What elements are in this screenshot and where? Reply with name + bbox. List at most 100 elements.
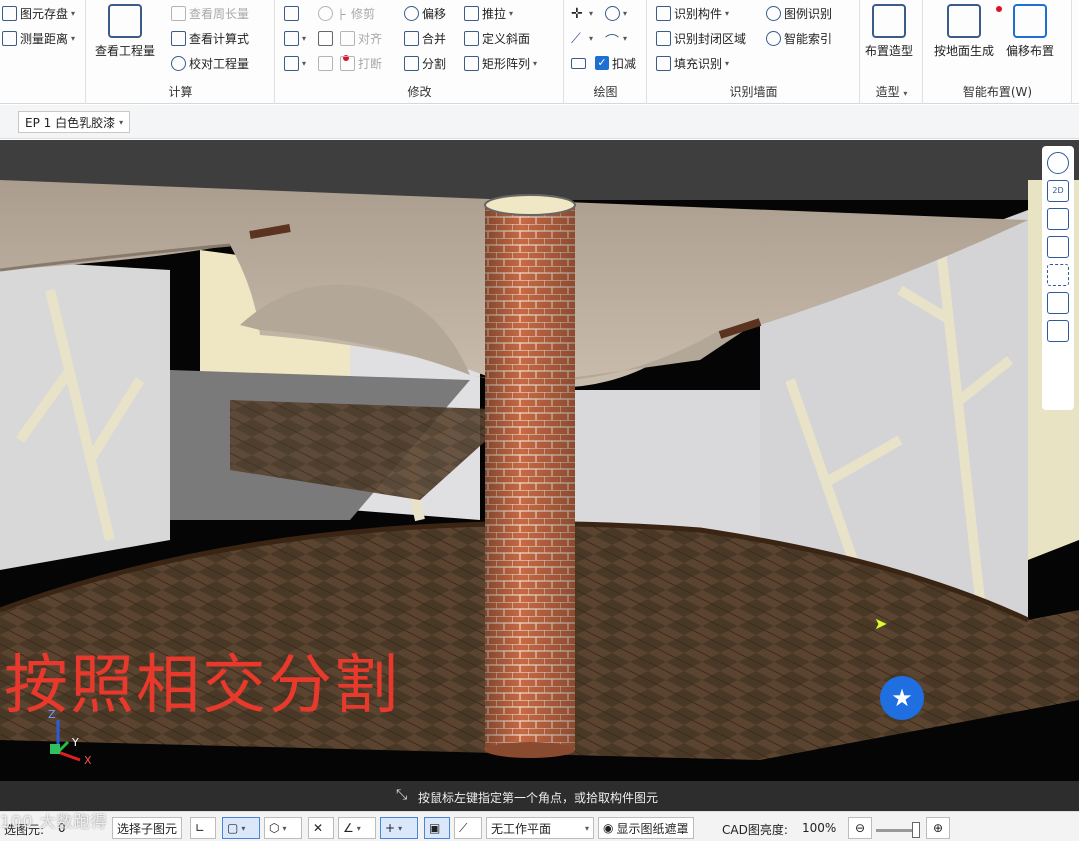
- generate-by-face-button[interactable]: 按地面生成: [934, 4, 1002, 59]
- legend-recognize-button[interactable]: 图例识别: [766, 3, 832, 23]
- offset-arrows-icon: [1013, 4, 1047, 38]
- arc-icon: ⌒: [605, 33, 619, 50]
- mirror-button[interactable]: [318, 28, 333, 48]
- view-2d-button[interactable]: 2D: [1047, 180, 1069, 202]
- cube-icon: ⬡: [269, 821, 280, 835]
- show-drawing-mask-button[interactable]: ◉ 显示图纸遮罩: [598, 817, 694, 839]
- split-button[interactable]: 分割: [404, 53, 446, 73]
- deduct-checkbox[interactable]: ✓ 扣减: [595, 53, 636, 73]
- brightness-slider[interactable]: [876, 822, 920, 838]
- viewport-toggle[interactable]: ▣: [424, 817, 450, 839]
- work-plane-select[interactable]: 无工作平面 ▾: [486, 817, 594, 839]
- group-label-recognize: 识别墙面: [729, 85, 778, 99]
- chevron-down-icon: ▾: [903, 89, 908, 98]
- ribbon-group-recognize: 识别构件 ▾ 图例识别 识别封闭区域 智能索引 填充识别 ▾ 识别墙面: [648, 0, 860, 104]
- recognize-closed-button[interactable]: 识别封闭区域: [656, 28, 746, 48]
- square-icon: ▢: [227, 821, 239, 835]
- chevron-down-icon: ▾: [71, 8, 76, 18]
- extend-button[interactable]: [318, 53, 333, 73]
- slope-toggle[interactable]: ⟋: [454, 817, 482, 839]
- cross-icon: ✕: [313, 821, 324, 835]
- view-cube-dropdown-icon[interactable]: [1047, 236, 1069, 258]
- arc-tool-button[interactable]: ⌒ ▾: [605, 28, 627, 50]
- recognize-icon: [656, 5, 671, 21]
- chevron-down-icon: ▾: [623, 8, 628, 18]
- chevron-down-icon: ▾: [509, 8, 514, 18]
- overlay-caption: 按照相交分割: [4, 649, 400, 723]
- fill-recognize-button[interactable]: 填充识别 ▾: [656, 53, 729, 73]
- offset-button[interactable]: 偏移: [404, 3, 446, 23]
- rectangle-icon: [571, 57, 586, 69]
- fill-icon: [656, 55, 671, 71]
- trash-icon: [284, 5, 299, 21]
- properties-panel-icon[interactable]: [1047, 320, 1069, 342]
- property-bar: EP 1 白色乳胶漆 ▾: [0, 105, 1079, 139]
- select-child-button[interactable]: 选择子图元: [112, 817, 183, 839]
- rect-tool-button[interactable]: [571, 53, 586, 73]
- zoom-out-button[interactable]: ⊖: [848, 817, 872, 839]
- recognize-component-button[interactable]: 识别构件 ▾: [656, 3, 729, 23]
- 3d-viewport[interactable]: Z Y X 按照相交分割 2D ➤ ★: [0, 140, 1079, 781]
- group-label-calc: 计算: [168, 85, 193, 99]
- command-hint-text: 按鼠标左键指定第一个角点，或拾取构件图元: [418, 791, 659, 805]
- ribbon-group-calc: 查看工程量 查看周长量 查看计算式 校对工程量 计算: [87, 0, 349, 104]
- line-tool-button[interactable]: ⟋ ▾: [571, 28, 593, 48]
- ribbon-group-file: 图元存盘 ▾ 测量距离 ▾: [0, 0, 86, 104]
- copy-button[interactable]: ▾: [284, 28, 306, 48]
- ribbon-group-draw: ✛ ▾ ▾ ⟋ ▾ ⌒ ▾ ✓ 扣减 绘图: [565, 0, 647, 104]
- closed-area-icon: [656, 30, 671, 46]
- push-pull-button[interactable]: 推拉 ▾: [464, 3, 513, 23]
- checkmark-icon: ✓: [595, 56, 609, 70]
- element-save-button[interactable]: 图元存盘 ▾: [2, 3, 75, 23]
- trim-button[interactable]: ⺊ 修剪: [318, 3, 375, 23]
- axis-y-label: Y: [72, 736, 79, 749]
- view-box-icon[interactable]: [1047, 292, 1069, 314]
- break-button[interactable]: 打断: [340, 53, 382, 73]
- formula-icon: [171, 30, 186, 46]
- brightness-slider-thumb[interactable]: [912, 822, 920, 838]
- command-hint-bar: ⤡ 按鼠标左键指定第一个角点，或拾取构件图元: [0, 781, 1079, 811]
- align-button[interactable]: 对齐: [340, 28, 382, 48]
- orbit-icon[interactable]: [1047, 152, 1069, 174]
- chevron-down-icon: ▾: [725, 8, 730, 18]
- view-formula-button[interactable]: 查看计算式: [171, 28, 249, 48]
- zoom-in-button[interactable]: ⊕: [926, 817, 950, 839]
- ribbon: 图元存盘▾ 测量距离▾ 查看工程量 查看周长量 查看计算式 校对工程量 计算: [0, 0, 1079, 104]
- layer-select[interactable]: EP 1 白色乳胶漆 ▾: [18, 111, 131, 133]
- rect-array-button[interactable]: 矩形阵列 ▾: [464, 53, 537, 73]
- array-icon: [464, 55, 479, 71]
- group-label-modify: 修改: [407, 85, 432, 99]
- offset-place-button[interactable]: 偏移布置: [1006, 4, 1054, 59]
- point-tool-button[interactable]: ✛ ▾: [571, 3, 593, 23]
- chevron-down-icon: ▾: [589, 33, 594, 43]
- delete-button[interactable]: [284, 3, 299, 23]
- place-model-button[interactable]: 布置造型: [865, 4, 913, 59]
- define-slope-button[interactable]: 定义斜面: [464, 28, 530, 48]
- check-quantity-button[interactable]: 校对工程量: [171, 53, 349, 73]
- circle-tool-button[interactable]: ▾: [605, 3, 627, 23]
- view-perimeter-button[interactable]: 查看周长量: [171, 3, 249, 23]
- view-3d-cube-icon[interactable]: [1047, 208, 1069, 230]
- fullscreen-icon[interactable]: [1047, 264, 1069, 286]
- cross-toggle[interactable]: ✕: [308, 817, 334, 839]
- minus-circle-icon: ⊖: [854, 821, 866, 835]
- trim-icon: ⺊: [336, 7, 349, 22]
- crosshair-icon: ✛: [571, 5, 583, 22]
- smart-index-button[interactable]: 智能索引: [766, 28, 832, 48]
- ortho-toggle[interactable]: ∟: [190, 817, 216, 839]
- mouse-cursor-icon: ➤: [874, 614, 888, 633]
- chevron-down-icon: ▾: [71, 33, 76, 43]
- snap-mode-select[interactable]: ▢ ▾: [222, 817, 260, 839]
- ribbon-group-model: 布置造型 造型 ▾: [861, 0, 923, 104]
- angle-select[interactable]: ∠ ▾: [338, 817, 376, 839]
- line-icon: ⟋: [571, 30, 581, 47]
- dynamic-input-select[interactable]: + ▾: [380, 817, 418, 839]
- star-icon[interactable]: ★: [880, 676, 924, 720]
- measure-distance-button[interactable]: 测量距离 ▾: [2, 28, 75, 48]
- view-quantity-button[interactable]: 查看工程量: [95, 4, 155, 59]
- ribbon-group-modify: ⺊ 修剪 偏移 推拉 ▾ ▾ 对齐 合并 定义斜面 ▾ 打断 分割 矩形阵列 ▾…: [276, 0, 564, 104]
- cube-mode-select[interactable]: ⬡ ▾: [264, 817, 302, 839]
- break-icon: [340, 55, 355, 71]
- move-button[interactable]: ▾: [284, 53, 306, 73]
- merge-button[interactable]: 合并: [404, 28, 446, 48]
